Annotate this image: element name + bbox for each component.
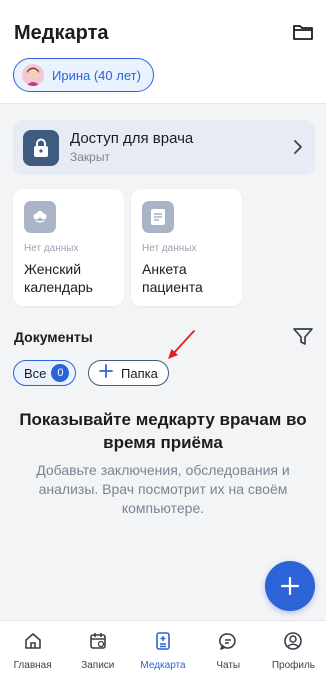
add-folder-button[interactable]: Папка [88,360,169,386]
patient-questionnaire-tile[interactable]: Нет данных Анкета пациента [131,189,242,306]
tab-appointments[interactable]: Записи [65,621,130,675]
annotation-arrow-icon [164,328,198,367]
tab-chats[interactable]: Чаты [196,621,261,675]
bottom-tabbar: Главная Записи Медкарта Чаты Профиль [0,620,326,675]
tab-label: Медкарта [140,660,186,671]
page-title: Медкарта [14,22,109,44]
home-icon [23,631,43,656]
tile-title: Женский календарь [24,261,93,295]
chevron-right-icon [293,139,303,160]
tile-title: Анкета пациента [142,261,203,295]
tab-label: Записи [81,660,115,671]
folder-icon[interactable] [292,22,314,42]
flower-icon [24,201,56,233]
profile-chip-label: Ирина (40 лет) [52,67,141,83]
doctor-access-card[interactable]: Доступ для врача Закрыт [13,120,315,175]
lock-icon [23,130,59,166]
tab-label: Чаты [216,660,241,671]
doctor-access-title: Доступ для врача [70,130,194,147]
tab-profile[interactable]: Профиль [261,621,326,675]
filter-all-label: Все [24,365,47,381]
tab-home[interactable]: Главная [0,621,65,675]
top-header: Медкарта Ирина (40 лет) [0,0,326,104]
add-folder-label: Папка [121,365,158,381]
avatar [22,64,44,86]
add-document-fab[interactable] [265,561,315,611]
profile-selector-chip[interactable]: Ирина (40 лет) [13,58,154,92]
calendar-icon [88,631,108,656]
tab-label: Профиль [271,660,315,671]
plus-icon [99,363,113,383]
empty-state-title: Показывайте медкарту врачам во время при… [19,410,307,452]
filter-icon[interactable] [292,327,314,347]
chat-icon [218,631,238,656]
tab-label: Главная [13,660,52,671]
document-icon [142,201,174,233]
doctor-access-status: Закрыт [70,150,110,164]
empty-state-subtitle: Добавьте заключения, обследования и анал… [36,462,290,516]
tile-status: Нет данных [24,243,79,254]
documents-count-badge: 0 [51,364,70,382]
medcard-icon [153,631,173,656]
documents-section-title: Документы [14,329,93,345]
profile-icon [283,631,303,656]
tab-medcard[interactable]: Медкарта [130,621,195,675]
filter-all-pill[interactable]: Все 0 [13,360,77,386]
tile-status: Нет данных [142,243,197,254]
womens-calendar-tile[interactable]: Нет данных Женский календарь [13,189,124,306]
